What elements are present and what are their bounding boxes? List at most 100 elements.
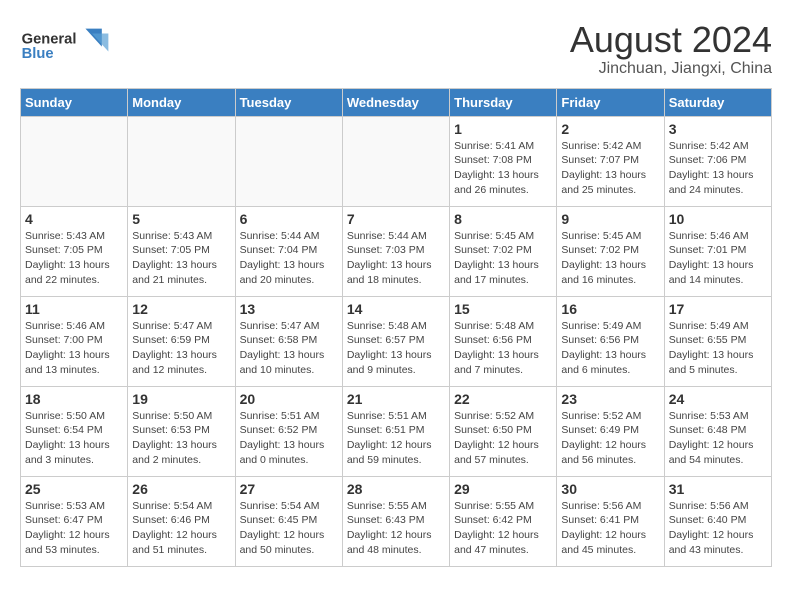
table-row: 14Sunrise: 5:48 AMSunset: 6:57 PMDayligh… xyxy=(342,296,449,386)
day-number: 17 xyxy=(669,301,767,317)
table-row xyxy=(235,116,342,206)
day-number: 1 xyxy=(454,121,552,137)
header-monday: Monday xyxy=(128,88,235,116)
day-info: Sunrise: 5:53 AMSunset: 6:48 PMDaylight:… xyxy=(669,409,767,468)
day-number: 12 xyxy=(132,301,230,317)
header-saturday: Saturday xyxy=(664,88,771,116)
day-info: Sunrise: 5:53 AMSunset: 6:47 PMDaylight:… xyxy=(25,499,123,558)
day-number: 13 xyxy=(240,301,338,317)
day-number: 4 xyxy=(25,211,123,227)
header-thursday: Thursday xyxy=(450,88,557,116)
day-info: Sunrise: 5:54 AMSunset: 6:45 PMDaylight:… xyxy=(240,499,338,558)
table-row: 16 Sunrise: 5:49 AMSunset: 6:56 PMDayligh… xyxy=(557,296,664,386)
day-info: Sunrise: 5:49 AMSunset: 6:56 PMDaylight:… xyxy=(561,319,659,378)
table-row: 22Sunrise: 5:52 AMSunset: 6:50 PMDayligh… xyxy=(450,386,557,476)
table-row: 26 Sunrise: 5:54 AMSunset: 6:46 PMDayligh… xyxy=(128,476,235,566)
day-number: 15 xyxy=(454,301,552,317)
day-number: 21 xyxy=(347,391,445,407)
day-info: Sunrise: 5:51 AMSunset: 6:51 PMDaylight:… xyxy=(347,409,445,468)
table-row: 17 Sunrise: 5:49 AMSunset: 6:55 PMDayligh… xyxy=(664,296,771,386)
day-number: 11 xyxy=(25,301,123,317)
table-row: 9Sunrise: 5:45 AMSunset: 7:02 PMDaylight… xyxy=(557,206,664,296)
day-info: Sunrise: 5:48 AMSunset: 6:56 PMDaylight:… xyxy=(454,319,552,378)
table-row: 15 Sunrise: 5:48 AMSunset: 6:56 PMDayligh… xyxy=(450,296,557,386)
day-number: 19 xyxy=(132,391,230,407)
day-info: Sunrise: 5:46 AMSunset: 7:01 PMDaylight:… xyxy=(669,229,767,288)
month-year-title: August 2024 xyxy=(570,20,772,60)
table-row xyxy=(21,116,128,206)
table-row: 10Sunrise: 5:46 AMSunset: 7:01 PMDayligh… xyxy=(664,206,771,296)
day-info: Sunrise: 5:44 AMSunset: 7:04 PMDaylight:… xyxy=(240,229,338,288)
table-row: 28 Sunrise: 5:55 AMSunset: 6:43 PMDayligh… xyxy=(342,476,449,566)
day-number: 6 xyxy=(240,211,338,227)
week-row-4: 18 Sunrise: 5:50 AMSunset: 6:54 PMDayligh… xyxy=(21,386,772,476)
table-row: 29Sunrise: 5:55 AMSunset: 6:42 PMDayligh… xyxy=(450,476,557,566)
title-block: August 2024 Jinchuan, Jiangxi, China xyxy=(570,20,772,78)
header-tuesday: Tuesday xyxy=(235,88,342,116)
week-row-2: 4 Sunrise: 5:43 AMSunset: 7:05 PMDaylight… xyxy=(21,206,772,296)
week-row-5: 25 Sunrise: 5:53 AMSunset: 6:47 PMDayligh… xyxy=(21,476,772,566)
day-info: Sunrise: 5:49 AMSunset: 6:55 PMDaylight:… xyxy=(669,319,767,378)
header-wednesday: Wednesday xyxy=(342,88,449,116)
day-info: Sunrise: 5:47 AMSunset: 6:58 PMDaylight:… xyxy=(240,319,338,378)
table-row: 21 Sunrise: 5:51 AMSunset: 6:51 PMDayligh… xyxy=(342,386,449,476)
day-number: 8 xyxy=(454,211,552,227)
day-number: 31 xyxy=(669,481,767,497)
day-info: Sunrise: 5:42 AMSunset: 7:07 PMDaylight:… xyxy=(561,139,659,198)
table-row: 31Sunrise: 5:56 AMSunset: 6:40 PMDayligh… xyxy=(664,476,771,566)
table-row: 13 Sunrise: 5:47 AMSunset: 6:58 PMDayligh… xyxy=(235,296,342,386)
calendar-table: Sunday Monday Tuesday Wednesday Thursday… xyxy=(20,88,772,567)
day-number: 26 xyxy=(132,481,230,497)
day-info: Sunrise: 5:42 AMSunset: 7:06 PMDaylight:… xyxy=(669,139,767,198)
table-row: 18 Sunrise: 5:50 AMSunset: 6:54 PMDayligh… xyxy=(21,386,128,476)
day-number: 18 xyxy=(25,391,123,407)
table-row: 3 Sunrise: 5:42 AMSunset: 7:06 PMDaylight… xyxy=(664,116,771,206)
day-info: Sunrise: 5:50 AMSunset: 6:54 PMDaylight:… xyxy=(25,409,123,468)
day-number: 9 xyxy=(561,211,659,227)
day-number: 16 xyxy=(561,301,659,317)
day-number: 25 xyxy=(25,481,123,497)
svg-text:General: General xyxy=(22,31,77,47)
day-info: Sunrise: 5:52 AMSunset: 6:49 PMDaylight:… xyxy=(561,409,659,468)
day-info: Sunrise: 5:43 AMSunset: 7:05 PMDaylight:… xyxy=(132,229,230,288)
day-info: Sunrise: 5:45 AMSunset: 7:02 PMDaylight:… xyxy=(454,229,552,288)
table-row: 4 Sunrise: 5:43 AMSunset: 7:05 PMDaylight… xyxy=(21,206,128,296)
table-row: 30 Sunrise: 5:56 AMSunset: 6:41 PMDayligh… xyxy=(557,476,664,566)
svg-text:Blue: Blue xyxy=(22,46,54,62)
day-info: Sunrise: 5:55 AMSunset: 6:42 PMDaylight:… xyxy=(454,499,552,558)
table-row xyxy=(128,116,235,206)
logo: General Blue xyxy=(20,20,110,65)
day-number: 22 xyxy=(454,391,552,407)
table-row: 27 Sunrise: 5:54 AMSunset: 6:45 PMDayligh… xyxy=(235,476,342,566)
calendar-header-row: Sunday Monday Tuesday Wednesday Thursday… xyxy=(21,88,772,116)
day-info: Sunrise: 5:44 AMSunset: 7:03 PMDaylight:… xyxy=(347,229,445,288)
day-number: 7 xyxy=(347,211,445,227)
day-info: Sunrise: 5:43 AMSunset: 7:05 PMDaylight:… xyxy=(25,229,123,288)
day-info: Sunrise: 5:55 AMSunset: 6:43 PMDaylight:… xyxy=(347,499,445,558)
header-friday: Friday xyxy=(557,88,664,116)
page-header: General Blue August 2024 Jinchuan, Jiang… xyxy=(20,20,772,78)
table-row: 11 Sunrise: 5:46 AMSunset: 7:00 PMDayligh… xyxy=(21,296,128,386)
table-row: 23 Sunrise: 5:52 AMSunset: 6:49 PMDayligh… xyxy=(557,386,664,476)
day-info: Sunrise: 5:56 AMSunset: 6:41 PMDaylight:… xyxy=(561,499,659,558)
logo-svg: General Blue xyxy=(20,20,110,65)
day-info: Sunrise: 5:47 AMSunset: 6:59 PMDaylight:… xyxy=(132,319,230,378)
day-number: 27 xyxy=(240,481,338,497)
day-info: Sunrise: 5:46 AMSunset: 7:00 PMDaylight:… xyxy=(25,319,123,378)
day-number: 2 xyxy=(561,121,659,137)
day-number: 20 xyxy=(240,391,338,407)
week-row-1: 1 Sunrise: 5:41 AMSunset: 7:08 PMDaylight… xyxy=(21,116,772,206)
day-number: 28 xyxy=(347,481,445,497)
day-number: 23 xyxy=(561,391,659,407)
day-number: 30 xyxy=(561,481,659,497)
table-row: 19Sunrise: 5:50 AMSunset: 6:53 PMDayligh… xyxy=(128,386,235,476)
table-row: 6 Sunrise: 5:44 AMSunset: 7:04 PMDaylight… xyxy=(235,206,342,296)
day-info: Sunrise: 5:48 AMSunset: 6:57 PMDaylight:… xyxy=(347,319,445,378)
table-row: 25 Sunrise: 5:53 AMSunset: 6:47 PMDayligh… xyxy=(21,476,128,566)
day-number: 3 xyxy=(669,121,767,137)
day-info: Sunrise: 5:54 AMSunset: 6:46 PMDaylight:… xyxy=(132,499,230,558)
day-info: Sunrise: 5:41 AMSunset: 7:08 PMDaylight:… xyxy=(454,139,552,198)
table-row: 12 Sunrise: 5:47 AMSunset: 6:59 PMDayligh… xyxy=(128,296,235,386)
table-row: 5Sunrise: 5:43 AMSunset: 7:05 PMDaylight… xyxy=(128,206,235,296)
table-row: 20Sunrise: 5:51 AMSunset: 6:52 PMDayligh… xyxy=(235,386,342,476)
